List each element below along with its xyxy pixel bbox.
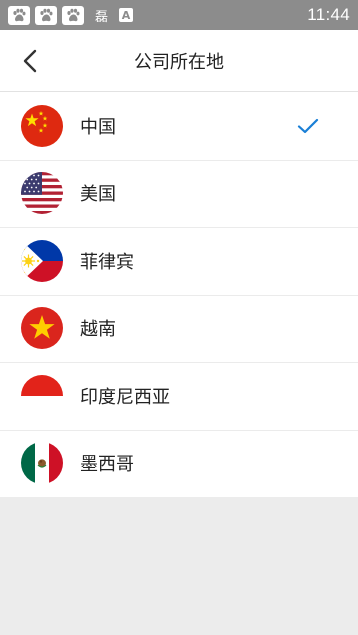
list-item-philippines[interactable]: 菲律宾: [0, 227, 358, 295]
country-label: 印度尼西亚: [80, 386, 170, 408]
china-flag-icon: [21, 104, 63, 147]
country-list: 中国 美国 菲律宾 越南 印度尼西亚 墨西哥: [0, 92, 358, 497]
list-item-vietnam[interactable]: 越南: [0, 294, 358, 363]
indonesia-flag-icon: [21, 374, 63, 417]
nav-bar: 公司所在地: [0, 30, 358, 92]
status-bar: 磊 A 11:44: [0, 0, 358, 30]
country-label: 菲律宾: [80, 251, 134, 273]
vietnam-flag-icon: [21, 307, 63, 350]
checkmark-icon: [297, 118, 319, 133]
status-time: 11:44: [307, 5, 350, 24]
usa-flag-icon: [21, 172, 63, 215]
paw-icon: [35, 5, 57, 25]
page-title: 公司所在地: [134, 52, 224, 73]
country-label: 中国: [80, 116, 116, 138]
paw-icon: [62, 5, 84, 25]
paw-icon: [8, 5, 30, 25]
country-label: 美国: [80, 184, 116, 206]
list-item-indonesia[interactable]: 印度尼西亚: [0, 362, 358, 430]
philippines-flag-icon: [21, 239, 63, 282]
country-label: 越南: [80, 319, 116, 341]
list-item-usa[interactable]: 美国: [0, 159, 358, 228]
mexico-flag-icon: [21, 442, 63, 485]
a-icon: A: [119, 8, 134, 22]
status-icons: 磊 A: [8, 5, 134, 25]
list-item-china[interactable]: 中国: [0, 92, 358, 160]
empty-background: [0, 497, 358, 635]
storage-icon: 磊: [95, 9, 109, 25]
list-item-mexico[interactable]: 墨西哥: [0, 429, 358, 498]
country-label: 墨西哥: [80, 454, 134, 476]
